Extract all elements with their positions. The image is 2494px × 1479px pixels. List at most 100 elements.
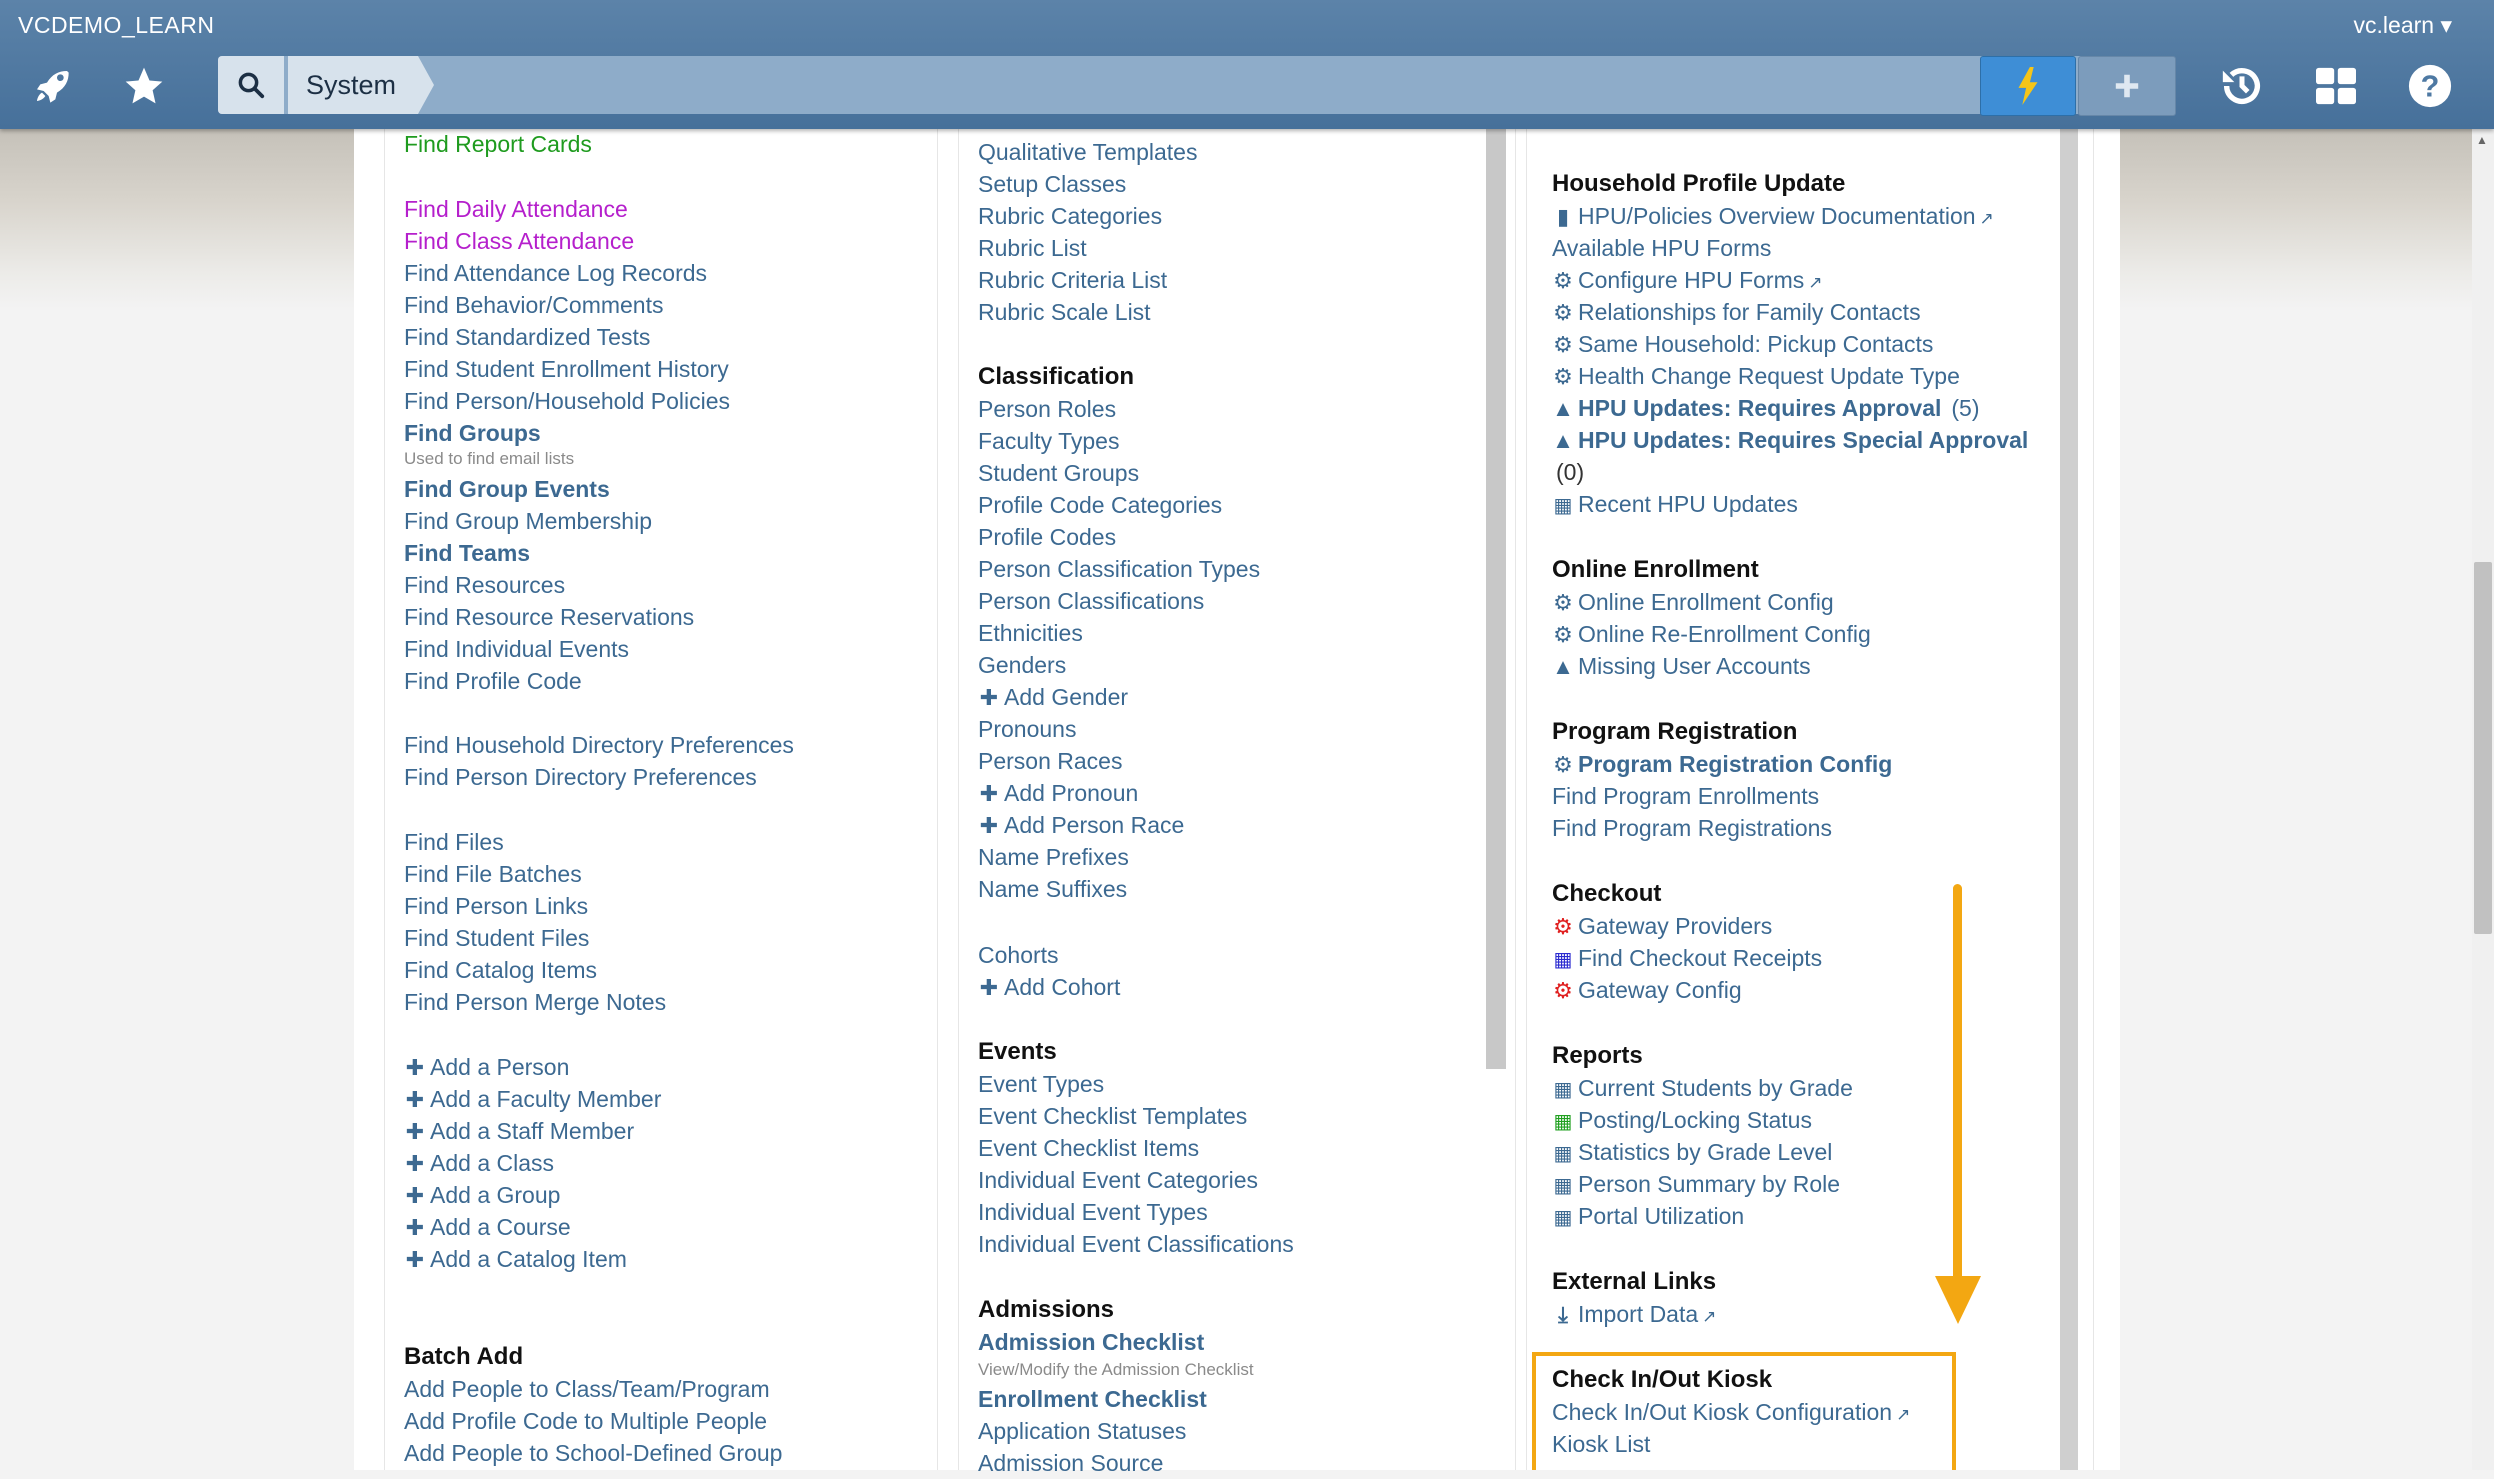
star-icon[interactable]: [114, 56, 174, 116]
event-types-link[interactable]: Event Types: [978, 1068, 1104, 1100]
add-gender-link[interactable]: ✚ Add Gender: [978, 681, 1128, 714]
name-prefixes-link[interactable]: Name Prefixes: [978, 841, 1129, 873]
import-data-link[interactable]: ⤓ Import Data ↗: [1552, 1298, 1716, 1333]
same-household-link[interactable]: ⚙ Same Household: Pickup Contacts: [1552, 328, 1933, 361]
add-person-race-link[interactable]: ✚ Add Person Race: [978, 809, 1185, 842]
find-enrollment-history-link[interactable]: Find Student Enrollment History: [404, 353, 729, 385]
admission-source-link[interactable]: Admission Source: [978, 1447, 1163, 1479]
ethnicities-link[interactable]: Ethnicities: [978, 617, 1083, 649]
individual-event-types-link[interactable]: Individual Event Types: [978, 1196, 1208, 1228]
find-file-batches-link[interactable]: Find File Batches: [404, 858, 582, 890]
search-icon[interactable]: [218, 56, 284, 114]
add-class-link[interactable]: ✚ Add a Class: [404, 1147, 554, 1180]
rubric-scale-list-link[interactable]: Rubric Scale List: [978, 296, 1151, 328]
find-program-enrollments-link[interactable]: Find Program Enrollments: [1552, 780, 1819, 812]
find-catalog-items-link[interactable]: Find Catalog Items: [404, 954, 597, 986]
add-person-link[interactable]: ✚ Add a Person: [404, 1051, 570, 1084]
add-profile-code-multi-link[interactable]: Add Profile Code to Multiple People: [404, 1405, 767, 1437]
relationships-family-link[interactable]: ⚙ Relationships for Family Contacts: [1552, 296, 1920, 329]
rubric-categories-link[interactable]: Rubric Categories: [978, 200, 1162, 232]
hpu-requires-approval-link[interactable]: ▲ HPU Updates: Requires Approval (5): [1552, 392, 1979, 425]
rubric-list-link[interactable]: Rubric List: [978, 232, 1087, 264]
online-reenrollment-config-link[interactable]: ⚙ Online Re-Enrollment Config: [1552, 618, 1871, 651]
setup-classes-link[interactable]: Setup Classes: [978, 168, 1126, 200]
person-summary-role-link[interactable]: ▦ Person Summary by Role: [1552, 1168, 1841, 1202]
name-suffixes-link[interactable]: Name Suffixes: [978, 873, 1127, 905]
gateway-config-link[interactable]: ⚙ Gateway Config: [1552, 974, 1742, 1007]
find-groups-link[interactable]: Find Groups: [404, 417, 541, 449]
hpu-docs-link[interactable]: ▮ HPU/Policies Overview Documentation ↗: [1552, 200, 1994, 235]
find-standardized-tests-link[interactable]: Find Standardized Tests: [404, 321, 650, 353]
enrollment-checklist-link[interactable]: Enrollment Checklist: [978, 1383, 1207, 1415]
rocket-icon[interactable]: [22, 56, 82, 116]
find-report-cards-link[interactable]: Find Report Cards: [404, 128, 592, 160]
find-group-membership-link[interactable]: Find Group Membership: [404, 505, 652, 537]
help-icon[interactable]: ?: [2400, 56, 2460, 116]
hpu-requires-special-link[interactable]: ▲ HPU Updates: Requires Special Approval: [1552, 424, 2028, 457]
global-search-bar[interactable]: System: [218, 56, 2174, 114]
missing-user-accounts-link[interactable]: ▲ Missing User Accounts: [1552, 650, 1811, 683]
add-people-class-link[interactable]: Add People to Class/Team/Program: [404, 1373, 770, 1405]
find-class-attendance-link[interactable]: Find Class Attendance: [404, 225, 634, 257]
person-classification-types-link[interactable]: Person Classification Types: [978, 553, 1260, 585]
history-icon[interactable]: [2212, 56, 2272, 116]
add-faculty-link[interactable]: ✚ Add a Faculty Member: [404, 1083, 662, 1116]
online-enrollment-config-link[interactable]: ⚙ Online Enrollment Config: [1552, 586, 1834, 619]
health-change-link[interactable]: ⚙ Health Change Request Update Type: [1552, 360, 1960, 393]
breadcrumb-system[interactable]: System: [288, 56, 435, 114]
program-registration-config-link[interactable]: ⚙ Program Registration Config: [1552, 748, 1892, 781]
column-scrollbar[interactable]: [1486, 129, 1506, 1069]
configure-hpu-forms-link[interactable]: ⚙ Configure HPU Forms ↗: [1552, 264, 1822, 299]
find-attendance-log-link[interactable]: Find Attendance Log Records: [404, 257, 707, 289]
pronouns-link[interactable]: Pronouns: [978, 713, 1076, 745]
find-files-link[interactable]: Find Files: [404, 826, 504, 858]
application-statuses-link[interactable]: Application Statuses: [978, 1415, 1186, 1447]
person-races-link[interactable]: Person Races: [978, 745, 1122, 777]
find-program-registrations-link[interactable]: Find Program Registrations: [1552, 812, 1832, 844]
add-people-group-link[interactable]: Add People to School-Defined Group: [404, 1437, 782, 1469]
find-checkout-receipts-link[interactable]: ▦ Find Checkout Receipts: [1552, 942, 1823, 976]
grid-icon[interactable]: [2306, 56, 2366, 116]
gateway-providers-link[interactable]: ⚙ Gateway Providers: [1552, 910, 1772, 943]
individual-event-categories-link[interactable]: Individual Event Categories: [978, 1164, 1258, 1196]
add-cohort-link[interactable]: ✚ Add Cohort: [978, 971, 1121, 1004]
find-person-links-link[interactable]: Find Person Links: [404, 890, 588, 922]
event-checklist-items-link[interactable]: Event Checklist Items: [978, 1132, 1199, 1164]
panel-scrollbar[interactable]: [2060, 129, 2078, 1470]
genders-link[interactable]: Genders: [978, 649, 1066, 681]
find-teams-link[interactable]: Find Teams: [404, 537, 530, 569]
available-hpu-forms-link[interactable]: Available HPU Forms: [1552, 232, 1771, 264]
add-group-link[interactable]: ✚ Add a Group: [404, 1179, 561, 1212]
rubric-criteria-list-link[interactable]: Rubric Criteria List: [978, 264, 1167, 296]
qualitative-templates-link[interactable]: Qualitative Templates: [978, 136, 1197, 168]
find-profile-code-link[interactable]: Find Profile Code: [404, 665, 582, 697]
person-roles-link[interactable]: Person Roles: [978, 393, 1116, 425]
find-resource-reservations-link[interactable]: Find Resource Reservations: [404, 601, 694, 633]
page-scrollbar-thumb[interactable]: [2474, 562, 2492, 934]
find-student-files-link[interactable]: Find Student Files: [404, 922, 589, 954]
find-person-merge-notes-link[interactable]: Find Person Merge Notes: [404, 986, 666, 1018]
find-resources-link[interactable]: Find Resources: [404, 569, 565, 601]
add-catalog-item-link[interactable]: ✚ Add a Catalog Item: [404, 1243, 627, 1276]
event-checklist-templates-link[interactable]: Event Checklist Templates: [978, 1100, 1247, 1132]
find-behavior-link[interactable]: Find Behavior/Comments: [404, 289, 664, 321]
profile-codes-link[interactable]: Profile Codes: [978, 521, 1116, 553]
plus-icon[interactable]: [2078, 56, 2176, 116]
bolt-icon[interactable]: [1980, 56, 2076, 116]
faculty-types-link[interactable]: Faculty Types: [978, 425, 1119, 457]
cohorts-link[interactable]: Cohorts: [978, 939, 1059, 971]
posting-locking-link[interactable]: ▦ Posting/Locking Status: [1552, 1104, 1812, 1138]
user-menu[interactable]: vc.learn ▾: [2354, 12, 2452, 39]
individual-event-classifications-link[interactable]: Individual Event Classifications: [978, 1228, 1294, 1260]
portal-utilization-link[interactable]: ▦ Portal Utilization: [1552, 1200, 1745, 1234]
stats-grade-level-link[interactable]: ▦ Statistics by Grade Level: [1552, 1136, 1833, 1170]
person-classifications-link[interactable]: Person Classifications: [978, 585, 1204, 617]
current-students-grade-link[interactable]: ▦ Current Students by Grade: [1552, 1072, 1853, 1106]
profile-code-categories-link[interactable]: Profile Code Categories: [978, 489, 1222, 521]
admission-checklist-link[interactable]: Admission Checklist: [978, 1326, 1204, 1358]
scroll-up-arrow-icon[interactable]: ▲: [2476, 133, 2490, 147]
add-staff-link[interactable]: ✚ Add a Staff Member: [404, 1115, 634, 1148]
find-daily-attendance-link[interactable]: Find Daily Attendance: [404, 193, 628, 225]
find-person-dir-prefs-link[interactable]: Find Person Directory Preferences: [404, 761, 757, 793]
student-groups-link[interactable]: Student Groups: [978, 457, 1139, 489]
